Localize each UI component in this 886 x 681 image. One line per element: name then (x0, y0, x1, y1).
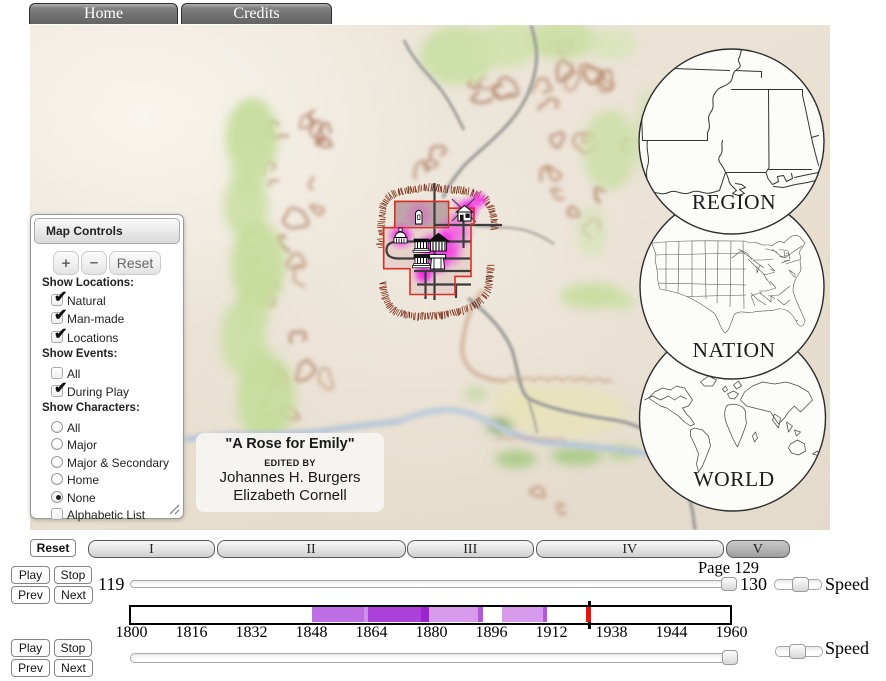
svg-text:REGION: REGION (692, 190, 776, 214)
svg-text:WORLD: WORLD (693, 467, 774, 491)
svg-text:NATION: NATION (692, 338, 775, 362)
